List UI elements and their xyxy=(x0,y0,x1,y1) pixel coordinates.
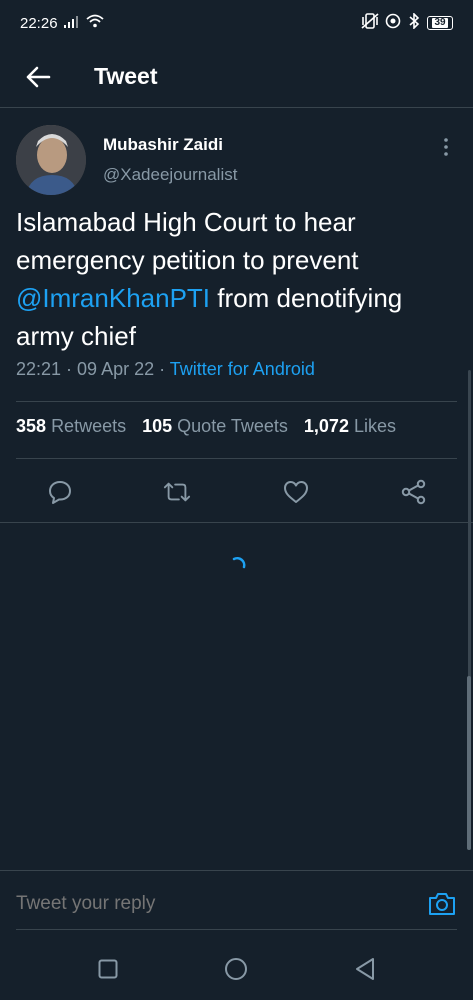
quotes-label: Quote Tweets xyxy=(177,416,288,436)
tweet-actions xyxy=(0,466,473,518)
triangle-back-icon xyxy=(356,958,374,980)
retweet-button[interactable] xyxy=(163,478,191,506)
quotes-count: 105 xyxy=(142,416,173,436)
reply-button[interactable] xyxy=(46,478,74,506)
battery-icon: 39 xyxy=(427,16,453,30)
reply-input[interactable] xyxy=(16,893,396,915)
like-icon xyxy=(284,481,308,503)
retweets-label: Retweets xyxy=(51,416,127,436)
home-button[interactable] xyxy=(224,957,248,981)
likes-count: 1,072 xyxy=(303,416,349,436)
circle-icon xyxy=(225,958,247,980)
tweet-date: 09 Apr 22 xyxy=(77,359,155,379)
tweet-meta: 22:21 · 09 Apr 22 · Twitter for Android xyxy=(16,359,315,380)
retweets-count: 358 xyxy=(16,416,47,436)
avatar[interactable] xyxy=(16,125,86,195)
back-nav-button[interactable] xyxy=(353,957,377,981)
recent-apps-button[interactable] xyxy=(96,957,120,981)
divider xyxy=(0,522,473,523)
reply-icon xyxy=(49,481,71,504)
top-app-bar: Tweet xyxy=(0,46,473,108)
likes-stat[interactable]: 1,072 Likes xyxy=(304,416,396,437)
tweet-time: 22:21 xyxy=(16,359,62,379)
alarm-icon xyxy=(385,13,401,33)
arrow-left-icon xyxy=(26,66,51,87)
more-options-button[interactable] xyxy=(436,135,456,159)
retweet-icon xyxy=(163,482,191,502)
retweets-stat[interactable]: 358 Retweets xyxy=(16,416,126,437)
status-bar: 22:26 39 xyxy=(0,0,473,46)
reply-underline xyxy=(16,929,457,930)
likes-label: Likes xyxy=(353,416,396,436)
status-time: 22:26 xyxy=(20,14,58,32)
battery-level: 39 xyxy=(432,17,448,28)
camera-button[interactable] xyxy=(427,891,457,919)
back-button[interactable] xyxy=(18,57,58,97)
signal-icon xyxy=(63,15,80,32)
share-button[interactable] xyxy=(400,478,428,506)
system-navigation-bar xyxy=(0,935,473,1000)
loading-spinner xyxy=(228,555,248,575)
tweet-text-part1: Islamabad High Court to hear emergency p… xyxy=(16,207,359,275)
vibrate-icon xyxy=(361,13,379,33)
camera-icon xyxy=(429,893,455,915)
mention-link[interactable]: @ImranKhanPTI xyxy=(16,283,210,313)
divider xyxy=(16,401,457,402)
author-handle[interactable]: @Xadeejournalist xyxy=(103,165,237,185)
tweet-text: Islamabad High Court to hear emergency p… xyxy=(16,203,461,355)
square-icon xyxy=(98,959,118,979)
wifi-icon xyxy=(85,14,104,32)
bluetooth-icon xyxy=(407,12,421,33)
author-name[interactable]: Mubashir Zaidi xyxy=(103,135,223,155)
tweet-author: Mubashir Zaidi @Xadeejournalist xyxy=(0,108,473,198)
quotes-stat[interactable]: 105 Quote Tweets xyxy=(142,416,288,437)
tweet-source-link[interactable]: Twitter for Android xyxy=(170,359,315,379)
scrollbar-thumb[interactable] xyxy=(467,676,471,850)
share-icon xyxy=(401,479,426,505)
spinner-icon xyxy=(232,556,246,569)
meta-separator: · xyxy=(154,359,170,379)
like-button[interactable] xyxy=(282,478,310,506)
tweet-stats: 358 Retweets 105 Quote Tweets 1,072 Like… xyxy=(16,416,412,437)
page-title: Tweet xyxy=(94,63,158,89)
meta-separator: · xyxy=(61,359,78,379)
more-vertical-icon xyxy=(444,138,448,156)
divider xyxy=(16,458,457,459)
reply-bar xyxy=(0,870,473,930)
